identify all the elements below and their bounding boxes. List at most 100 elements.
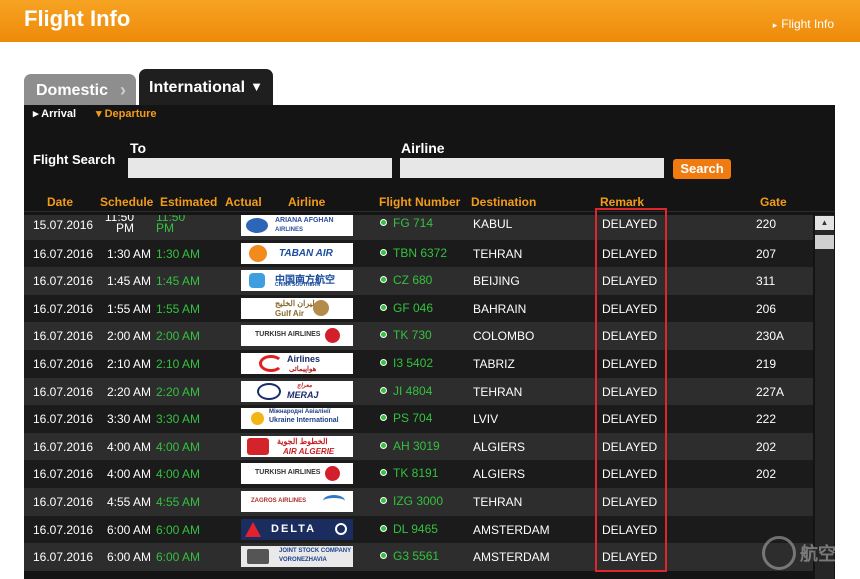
flight-list: 15.07.2016 11:50 PM 11:50 PM ARIANA AFGHAN A… bbox=[24, 215, 813, 579]
cell-flight-number[interactable]: CZ 680 bbox=[380, 273, 432, 287]
to-label: To bbox=[130, 140, 147, 156]
cell-flight-number[interactable]: TK 730 bbox=[380, 328, 432, 342]
cell-date: 16.07.2016 bbox=[33, 412, 94, 427]
cell-gate: 207 bbox=[756, 246, 777, 261]
flight-number-label: GF 046 bbox=[393, 300, 434, 315]
cell-remark: DELAYED bbox=[602, 384, 658, 399]
cell-destination: KABUL bbox=[473, 217, 513, 231]
table-row[interactable]: 16.07.2016 4:00 AM 4:00 AM TURKISH AIRLINES… bbox=[24, 460, 813, 488]
breadcrumb-arrow-icon: ▸ bbox=[772, 20, 778, 30]
airline-label: Airline bbox=[401, 140, 445, 156]
cell-gate: 311 bbox=[756, 274, 776, 289]
table-row[interactable]: 16.07.2016 1:30 AM 1:30 AM TABAN AIR TBN 637… bbox=[24, 239, 813, 268]
status-dot-icon bbox=[380, 386, 387, 394]
flight-number-label: FG 714 bbox=[393, 216, 434, 230]
chevron-down-icon: ▼ bbox=[250, 79, 263, 94]
cell-destination: AMSTERDAM bbox=[473, 550, 550, 565]
col-destination[interactable]: Destination bbox=[471, 195, 536, 209]
col-airline[interactable]: Airline bbox=[288, 195, 325, 209]
status-dot-icon bbox=[380, 524, 387, 532]
table-row[interactable]: 15.07.2016 11:50 PM 11:50 PM ARIANA AFGHAN A… bbox=[24, 215, 813, 240]
flight-search-label: Flight Search bbox=[33, 152, 116, 167]
airline-logo: TURKISH AIRLINES bbox=[241, 325, 353, 347]
airline-input[interactable] bbox=[400, 158, 664, 178]
table-row[interactable]: 16.07.2016 1:55 AM 1:55 AM طيران الخليج Gulf… bbox=[24, 294, 813, 323]
table-row[interactable]: 16.07.2016 4:55 AM 4:55 AM ZAGROS AIRLINES I… bbox=[24, 488, 813, 516]
to-input[interactable] bbox=[128, 158, 392, 178]
cell-estimated: 1:55 AM bbox=[156, 301, 201, 316]
col-estimated[interactable]: Estimated bbox=[160, 195, 217, 209]
cell-date: 16.07.2016 bbox=[33, 522, 94, 537]
cell-flight-number[interactable]: PS 704 bbox=[380, 411, 432, 425]
cell-date: 15.07.2016 bbox=[33, 218, 94, 232]
scroll-up-icon[interactable]: ▲ bbox=[815, 216, 834, 230]
cell-estimated: 6:00 AM bbox=[156, 522, 201, 537]
airline-logo: TABAN AIR bbox=[241, 242, 353, 264]
cell-flight-number[interactable]: JI 4804 bbox=[380, 384, 432, 398]
cell-schedule: 6:00 AM bbox=[107, 522, 152, 537]
flight-number-label: AH 3019 bbox=[393, 438, 440, 453]
cell-flight-number[interactable]: DL 9465 bbox=[380, 522, 438, 536]
cell-flight-number[interactable]: TBN 6372 bbox=[380, 246, 447, 260]
cell-schedule: 11:50 PM bbox=[104, 215, 134, 235]
cell-gate: 220 bbox=[756, 217, 777, 231]
cell-destination: BEIJING bbox=[473, 274, 520, 289]
breadcrumb[interactable]: ▸ Flight Info bbox=[773, 17, 834, 31]
table-row[interactable]: 16.07.2016 2:00 AM 2:00 AM TURKISH AIRLINES… bbox=[24, 322, 813, 350]
col-gate[interactable]: Gate bbox=[760, 195, 787, 209]
airline-logo: معراج MERAJ bbox=[241, 380, 353, 402]
cell-date: 16.07.2016 bbox=[33, 301, 94, 316]
cell-flight-number[interactable]: TK 8191 bbox=[380, 466, 438, 480]
tab-domestic[interactable]: Domestic › bbox=[24, 74, 136, 105]
airline-logo: الخطوط الجوية AIR ALGERIE bbox=[241, 435, 353, 457]
col-date[interactable]: Date bbox=[47, 195, 73, 209]
cell-flight-number[interactable]: AH 3019 bbox=[380, 439, 440, 453]
flight-number-label: I3 5402 bbox=[393, 356, 434, 370]
airline-logo: DELTA bbox=[241, 518, 353, 540]
search-button[interactable]: Search bbox=[673, 159, 731, 179]
subtab-departure[interactable]: ▾ Departure bbox=[96, 107, 157, 120]
subtab-arrival[interactable]: ▸ Arrival bbox=[33, 107, 76, 120]
col-actual[interactable]: Actual bbox=[225, 195, 262, 209]
scroll-thumb[interactable] bbox=[815, 235, 834, 249]
table-row[interactable]: 16.07.2016 3:30 AM 3:30 AM Міжнародні Авіал… bbox=[24, 405, 813, 433]
table-row[interactable]: 16.07.2016 2:20 AM 2:20 AM معراج MERAJ JI 480… bbox=[24, 377, 813, 406]
cell-destination: ALGIERS bbox=[473, 439, 526, 454]
flight-number-label: JI 4804 bbox=[393, 383, 433, 398]
cell-remark: DELAYED bbox=[602, 522, 658, 537]
flight-search-form: Flight Search To Airline Search bbox=[24, 125, 835, 185]
cell-destination: COLOMBO bbox=[473, 329, 535, 344]
airline-logo: ZAGROS AIRLINES bbox=[241, 491, 353, 512]
cell-date: 16.07.2016 bbox=[33, 384, 94, 399]
col-flight-number[interactable]: Flight Number bbox=[379, 195, 460, 209]
watermark-logo-icon bbox=[762, 536, 796, 570]
scrollbar[interactable]: ▲ bbox=[815, 215, 834, 579]
table-row[interactable]: 16.07.2016 6:00 AM 6:00 AM JOINT STOCK COMP… bbox=[24, 543, 813, 571]
flight-number-label: TK 8191 bbox=[393, 466, 439, 481]
cell-flight-number[interactable]: IZG 3000 bbox=[380, 494, 443, 508]
table-row[interactable]: 16.07.2016 6:00 AM 6:00 AM DELTA DL 9465 AMST… bbox=[24, 515, 813, 544]
cell-estimated: 11:50 PM bbox=[156, 215, 186, 235]
status-dot-icon bbox=[380, 248, 387, 256]
tab-international[interactable]: International ▼ bbox=[139, 69, 273, 105]
chevron-right-icon: › bbox=[120, 80, 126, 100]
watermark-text: 航空 bbox=[800, 544, 836, 564]
table-row[interactable]: 16.07.2016 2:10 AM 2:10 AM Airlines هواپيمائ… bbox=[24, 350, 813, 378]
cell-gate: 227A bbox=[756, 384, 785, 399]
cell-flight-number[interactable]: FG 714 bbox=[380, 216, 433, 230]
table-row[interactable]: 16.07.2016 4:00 AM 4:00 AM الخطوط الجوية AIR… bbox=[24, 432, 813, 461]
cell-remark: DELAYED bbox=[602, 467, 658, 482]
cell-destination: TEHRAN bbox=[473, 384, 523, 399]
cell-flight-number[interactable]: I3 5402 bbox=[380, 356, 433, 370]
cell-gate: 202 bbox=[756, 467, 777, 482]
cell-estimated: 6:00 AM bbox=[156, 550, 201, 565]
cell-flight-number[interactable]: GF 046 bbox=[380, 301, 433, 315]
subtab-arrival-label: Arrival bbox=[41, 108, 77, 120]
cell-remark: DELAYED bbox=[602, 495, 658, 509]
airline-logo: JOINT STOCK COMPANY VORONEZHAVIA bbox=[241, 546, 353, 568]
col-schedule[interactable]: Schedule bbox=[100, 195, 153, 209]
cell-destination: TEHRAN bbox=[473, 495, 523, 509]
cell-flight-number[interactable]: G3 5561 bbox=[380, 549, 439, 563]
col-remark[interactable]: Remark bbox=[600, 195, 644, 209]
table-row[interactable]: 16.07.2016 1:45 AM 1:45 AM 中国南方航空 CHINA SOUT… bbox=[24, 267, 813, 295]
